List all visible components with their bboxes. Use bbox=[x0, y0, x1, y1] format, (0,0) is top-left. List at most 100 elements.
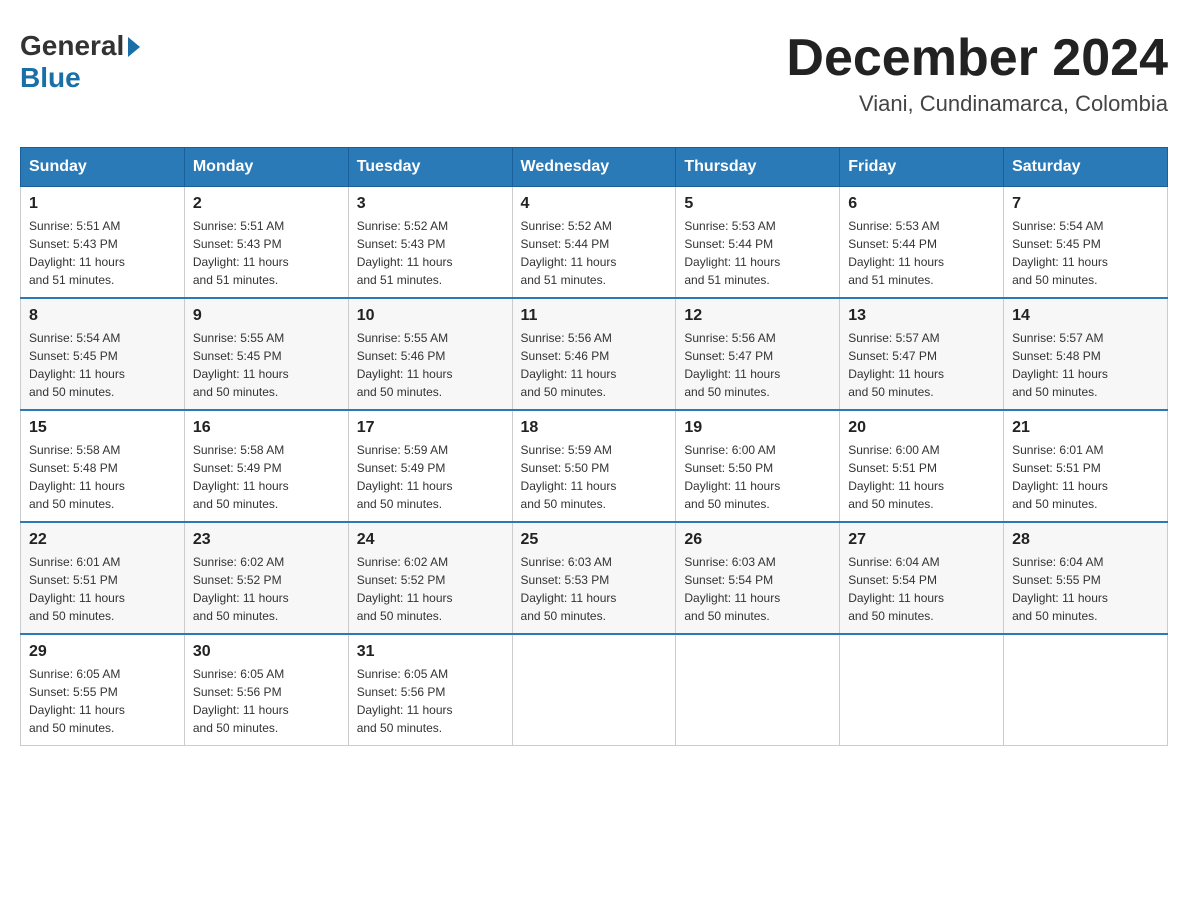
calendar-cell bbox=[840, 634, 1004, 746]
calendar-week-row: 22 Sunrise: 6:01 AM Sunset: 5:51 PM Dayl… bbox=[21, 522, 1168, 634]
calendar-cell: 9 Sunrise: 5:55 AM Sunset: 5:45 PM Dayli… bbox=[184, 298, 348, 410]
calendar-cell: 26 Sunrise: 6:03 AM Sunset: 5:54 PM Dayl… bbox=[676, 522, 840, 634]
calendar-header-row: SundayMondayTuesdayWednesdayThursdayFrid… bbox=[21, 148, 1168, 187]
col-header-saturday: Saturday bbox=[1004, 148, 1168, 187]
day-info: Sunrise: 6:04 AM Sunset: 5:55 PM Dayligh… bbox=[1012, 553, 1159, 625]
day-number: 22 bbox=[29, 531, 176, 549]
day-info: Sunrise: 5:52 AM Sunset: 5:43 PM Dayligh… bbox=[357, 217, 504, 289]
day-number: 13 bbox=[848, 307, 995, 325]
day-number: 28 bbox=[1012, 531, 1159, 549]
day-info: Sunrise: 6:01 AM Sunset: 5:51 PM Dayligh… bbox=[1012, 441, 1159, 513]
day-number: 23 bbox=[193, 531, 340, 549]
calendar-cell: 3 Sunrise: 5:52 AM Sunset: 5:43 PM Dayli… bbox=[348, 187, 512, 299]
location-subtitle: Viani, Cundinamarca, Colombia bbox=[786, 91, 1168, 117]
day-info: Sunrise: 5:55 AM Sunset: 5:46 PM Dayligh… bbox=[357, 329, 504, 401]
day-info: Sunrise: 5:51 AM Sunset: 5:43 PM Dayligh… bbox=[29, 217, 176, 289]
day-info: Sunrise: 5:56 AM Sunset: 5:46 PM Dayligh… bbox=[521, 329, 668, 401]
day-number: 2 bbox=[193, 195, 340, 213]
calendar-week-row: 15 Sunrise: 5:58 AM Sunset: 5:48 PM Dayl… bbox=[21, 410, 1168, 522]
calendar-week-row: 1 Sunrise: 5:51 AM Sunset: 5:43 PM Dayli… bbox=[21, 187, 1168, 299]
calendar-cell: 5 Sunrise: 5:53 AM Sunset: 5:44 PM Dayli… bbox=[676, 187, 840, 299]
calendar-cell: 17 Sunrise: 5:59 AM Sunset: 5:49 PM Dayl… bbox=[348, 410, 512, 522]
calendar-cell: 8 Sunrise: 5:54 AM Sunset: 5:45 PM Dayli… bbox=[21, 298, 185, 410]
calendar-cell: 13 Sunrise: 5:57 AM Sunset: 5:47 PM Dayl… bbox=[840, 298, 1004, 410]
day-number: 27 bbox=[848, 531, 995, 549]
calendar-table: SundayMondayTuesdayWednesdayThursdayFrid… bbox=[20, 147, 1168, 746]
logo-blue-text: Blue bbox=[20, 62, 81, 94]
day-number: 6 bbox=[848, 195, 995, 213]
calendar-cell: 24 Sunrise: 6:02 AM Sunset: 5:52 PM Dayl… bbox=[348, 522, 512, 634]
day-info: Sunrise: 6:04 AM Sunset: 5:54 PM Dayligh… bbox=[848, 553, 995, 625]
day-info: Sunrise: 6:05 AM Sunset: 5:55 PM Dayligh… bbox=[29, 665, 176, 737]
calendar-cell bbox=[1004, 634, 1168, 746]
day-info: Sunrise: 6:05 AM Sunset: 5:56 PM Dayligh… bbox=[357, 665, 504, 737]
day-number: 19 bbox=[684, 419, 831, 437]
calendar-cell: 19 Sunrise: 6:00 AM Sunset: 5:50 PM Dayl… bbox=[676, 410, 840, 522]
calendar-cell: 7 Sunrise: 5:54 AM Sunset: 5:45 PM Dayli… bbox=[1004, 187, 1168, 299]
calendar-cell: 31 Sunrise: 6:05 AM Sunset: 5:56 PM Dayl… bbox=[348, 634, 512, 746]
logo-general-text: General bbox=[20, 30, 124, 62]
day-number: 4 bbox=[521, 195, 668, 213]
calendar-cell: 18 Sunrise: 5:59 AM Sunset: 5:50 PM Dayl… bbox=[512, 410, 676, 522]
day-number: 31 bbox=[357, 643, 504, 661]
day-number: 24 bbox=[357, 531, 504, 549]
day-info: Sunrise: 6:03 AM Sunset: 5:53 PM Dayligh… bbox=[521, 553, 668, 625]
day-info: Sunrise: 5:51 AM Sunset: 5:43 PM Dayligh… bbox=[193, 217, 340, 289]
day-info: Sunrise: 5:53 AM Sunset: 5:44 PM Dayligh… bbox=[684, 217, 831, 289]
day-info: Sunrise: 5:57 AM Sunset: 5:47 PM Dayligh… bbox=[848, 329, 995, 401]
calendar-cell: 16 Sunrise: 5:58 AM Sunset: 5:49 PM Dayl… bbox=[184, 410, 348, 522]
day-number: 10 bbox=[357, 307, 504, 325]
day-info: Sunrise: 5:58 AM Sunset: 5:48 PM Dayligh… bbox=[29, 441, 176, 513]
day-info: Sunrise: 6:01 AM Sunset: 5:51 PM Dayligh… bbox=[29, 553, 176, 625]
day-number: 30 bbox=[193, 643, 340, 661]
calendar-cell: 4 Sunrise: 5:52 AM Sunset: 5:44 PM Dayli… bbox=[512, 187, 676, 299]
calendar-cell: 23 Sunrise: 6:02 AM Sunset: 5:52 PM Dayl… bbox=[184, 522, 348, 634]
day-info: Sunrise: 5:58 AM Sunset: 5:49 PM Dayligh… bbox=[193, 441, 340, 513]
col-header-thursday: Thursday bbox=[676, 148, 840, 187]
day-number: 5 bbox=[684, 195, 831, 213]
col-header-wednesday: Wednesday bbox=[512, 148, 676, 187]
day-number: 14 bbox=[1012, 307, 1159, 325]
day-number: 20 bbox=[848, 419, 995, 437]
logo-triangle-icon bbox=[128, 37, 140, 57]
day-info: Sunrise: 5:56 AM Sunset: 5:47 PM Dayligh… bbox=[684, 329, 831, 401]
day-number: 25 bbox=[521, 531, 668, 549]
calendar-cell: 11 Sunrise: 5:56 AM Sunset: 5:46 PM Dayl… bbox=[512, 298, 676, 410]
day-info: Sunrise: 6:02 AM Sunset: 5:52 PM Dayligh… bbox=[357, 553, 504, 625]
day-info: Sunrise: 6:03 AM Sunset: 5:54 PM Dayligh… bbox=[684, 553, 831, 625]
day-number: 15 bbox=[29, 419, 176, 437]
day-info: Sunrise: 5:55 AM Sunset: 5:45 PM Dayligh… bbox=[193, 329, 340, 401]
day-number: 26 bbox=[684, 531, 831, 549]
col-header-sunday: Sunday bbox=[21, 148, 185, 187]
day-number: 12 bbox=[684, 307, 831, 325]
day-info: Sunrise: 5:53 AM Sunset: 5:44 PM Dayligh… bbox=[848, 217, 995, 289]
day-info: Sunrise: 6:00 AM Sunset: 5:50 PM Dayligh… bbox=[684, 441, 831, 513]
day-info: Sunrise: 5:57 AM Sunset: 5:48 PM Dayligh… bbox=[1012, 329, 1159, 401]
calendar-week-row: 29 Sunrise: 6:05 AM Sunset: 5:55 PM Dayl… bbox=[21, 634, 1168, 746]
day-number: 8 bbox=[29, 307, 176, 325]
logo: General Blue bbox=[20, 30, 140, 94]
calendar-cell: 14 Sunrise: 5:57 AM Sunset: 5:48 PM Dayl… bbox=[1004, 298, 1168, 410]
calendar-cell: 6 Sunrise: 5:53 AM Sunset: 5:44 PM Dayli… bbox=[840, 187, 1004, 299]
calendar-cell: 21 Sunrise: 6:01 AM Sunset: 5:51 PM Dayl… bbox=[1004, 410, 1168, 522]
calendar-cell: 12 Sunrise: 5:56 AM Sunset: 5:47 PM Dayl… bbox=[676, 298, 840, 410]
day-number: 16 bbox=[193, 419, 340, 437]
day-number: 21 bbox=[1012, 419, 1159, 437]
calendar-cell: 22 Sunrise: 6:01 AM Sunset: 5:51 PM Dayl… bbox=[21, 522, 185, 634]
calendar-cell: 29 Sunrise: 6:05 AM Sunset: 5:55 PM Dayl… bbox=[21, 634, 185, 746]
day-info: Sunrise: 5:52 AM Sunset: 5:44 PM Dayligh… bbox=[521, 217, 668, 289]
month-title: December 2024 bbox=[786, 30, 1168, 87]
col-header-friday: Friday bbox=[840, 148, 1004, 187]
calendar-cell: 10 Sunrise: 5:55 AM Sunset: 5:46 PM Dayl… bbox=[348, 298, 512, 410]
calendar-cell bbox=[512, 634, 676, 746]
calendar-cell: 15 Sunrise: 5:58 AM Sunset: 5:48 PM Dayl… bbox=[21, 410, 185, 522]
col-header-monday: Monday bbox=[184, 148, 348, 187]
day-number: 3 bbox=[357, 195, 504, 213]
calendar-cell: 2 Sunrise: 5:51 AM Sunset: 5:43 PM Dayli… bbox=[184, 187, 348, 299]
day-number: 17 bbox=[357, 419, 504, 437]
calendar-cell: 25 Sunrise: 6:03 AM Sunset: 5:53 PM Dayl… bbox=[512, 522, 676, 634]
calendar-cell: 20 Sunrise: 6:00 AM Sunset: 5:51 PM Dayl… bbox=[840, 410, 1004, 522]
day-number: 18 bbox=[521, 419, 668, 437]
page-header: General Blue December 2024 Viani, Cundin… bbox=[20, 20, 1168, 127]
title-section: December 2024 Viani, Cundinamarca, Colom… bbox=[786, 30, 1168, 117]
